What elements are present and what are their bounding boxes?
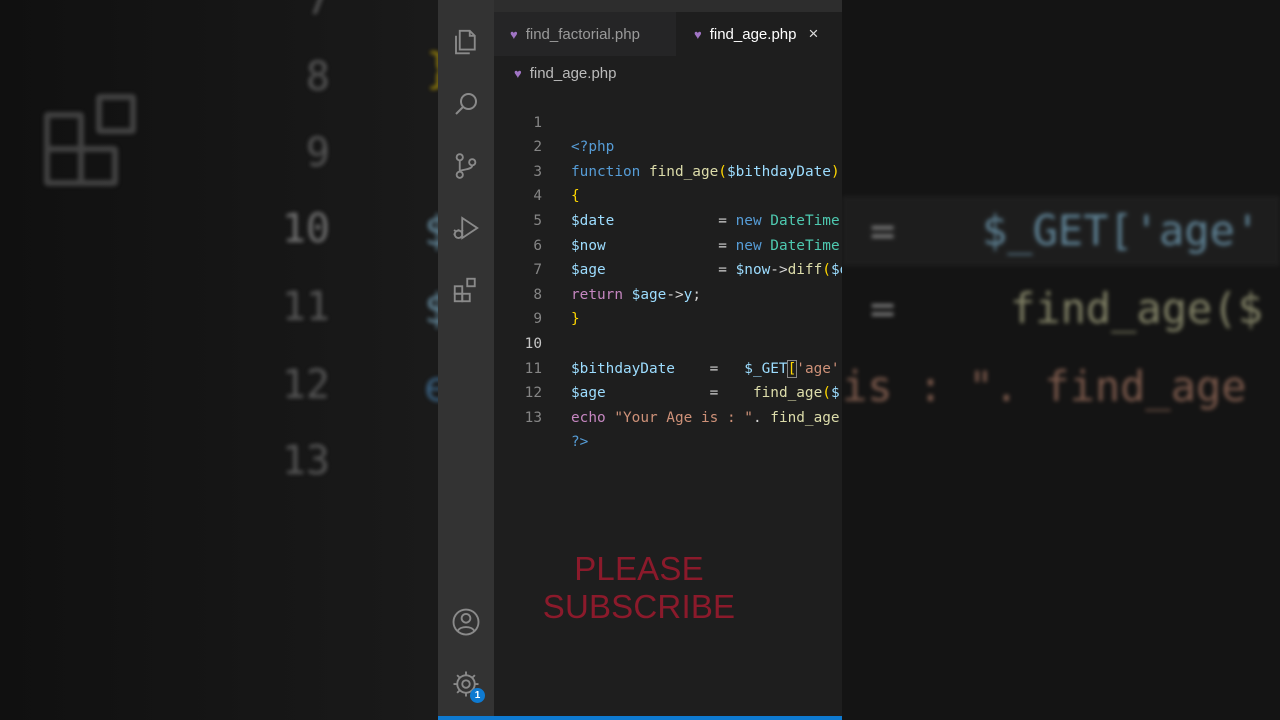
tab-find-factorial[interactable]: ♥ find_factorial.php: [494, 12, 690, 56]
blurred-code-fragment: $: [424, 284, 438, 333]
extensions-icon-blurred-part: [44, 146, 84, 186]
run-debug-icon[interactable]: [450, 212, 482, 244]
tab-label: find_age.php: [709, 25, 797, 43]
subscribe-overlay-text: PLEASE SUBSCRIBE: [542, 550, 736, 625]
code-line: 13 ?>: [494, 381, 842, 451]
status-bar: [438, 716, 842, 720]
source-control-icon[interactable]: [450, 150, 482, 182]
code-line: 2 function find_age($bithdayDate): [494, 111, 842, 180]
php-elephant-icon: ♥: [694, 26, 702, 42]
blurred-line-number: 9: [305, 130, 330, 176]
title-bar: [438, 0, 842, 12]
blurred-code-fragment: =: [870, 206, 896, 255]
tab-label: find_factorial.php: [525, 25, 640, 43]
blurred-code-fragment: $_GET['age': [982, 206, 1261, 255]
code-line: 5 $now = new DateTime(: [494, 184, 842, 254]
tab-bar: ♥ find_factorial.php ♥ find_age.php ×: [494, 12, 842, 56]
breadcrumb-file: find_age.php: [529, 64, 617, 82]
breadcrumb[interactable]: ♥ find_age.php: [514, 62, 616, 84]
close-icon[interactable]: ×: [808, 24, 818, 44]
blurred-line-number: 11: [281, 284, 330, 330]
blurred-code-fragment: =: [870, 284, 896, 333]
extensions-icon-blurred-part: [78, 146, 118, 186]
blurred-line-number: 12: [281, 362, 330, 408]
blurred-code-fragment: is : ". find_age: [842, 362, 1247, 411]
code-line: 9: [494, 283, 842, 327]
code-text: ?>: [571, 434, 589, 451]
blurred-code-fragment: $: [424, 206, 438, 255]
code-editor[interactable]: 1 <?php 2 function find_age($bithdayDate…: [494, 86, 842, 451]
blurred-line-number: 8: [305, 54, 330, 100]
code-line: 6 $age = $now->diff($d: [494, 209, 842, 279]
blurred-line-number: 13: [281, 438, 330, 484]
explorer-icon[interactable]: [450, 26, 482, 58]
code-line: 11 $age = find_age($: [494, 332, 842, 402]
tab-find-age[interactable]: ♥ find_age.php ×: [676, 12, 842, 56]
code-line: 3 {: [494, 135, 842, 205]
blurred-background-right: = $_GET['age' = find_age($ is : ". find_…: [842, 0, 1280, 720]
blurred-code-fragment: find_age($: [1010, 284, 1263, 333]
code-line: 4 $date = new DateTime(: [494, 160, 842, 229]
extensions-icon[interactable]: [450, 274, 482, 306]
code-text: echo "Your Age is : ". find_age: [571, 409, 840, 426]
line-number: 13: [524, 409, 542, 426]
blurred-line-number: 7: [305, 0, 330, 24]
php-elephant-icon: ♥: [514, 65, 522, 81]
vscode-window: 1 ♥ find_factorial.php ♥ find_age.php × …: [438, 0, 842, 720]
extensions-icon-blurred-part: [96, 94, 136, 134]
blurred-code-fragment: e: [424, 362, 438, 411]
code-line: 8 }: [494, 258, 842, 328]
settings-notification-badge: 1: [470, 688, 485, 703]
code-line: 12 echo "Your Age is : ". find_age: [494, 357, 842, 426]
search-icon[interactable]: [450, 88, 482, 120]
blurred-background-left: 7 8 9 10 11 12 13 $ $ e }: [0, 0, 438, 720]
code-line: 1 <?php: [494, 86, 842, 156]
blurred-code-fragment: }: [426, 44, 438, 93]
php-elephant-icon: ♥: [510, 26, 518, 42]
code-line: 7 return $age->y;: [494, 234, 842, 303]
blurred-line-number: 10: [281, 206, 330, 252]
code-line-current: 10 $bithdayDate = $_GET['age': [494, 307, 842, 378]
